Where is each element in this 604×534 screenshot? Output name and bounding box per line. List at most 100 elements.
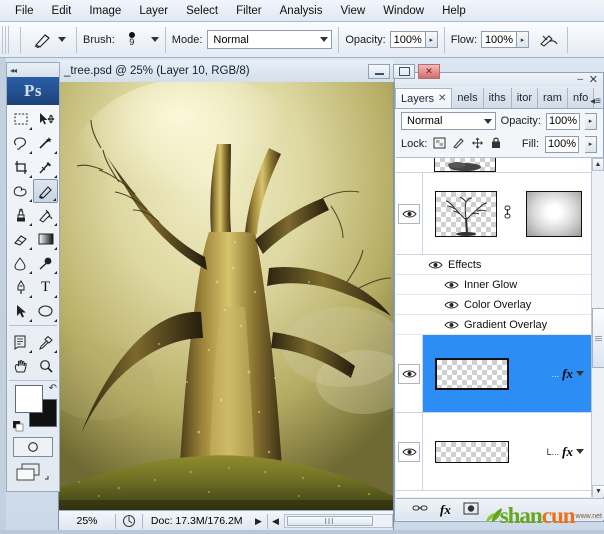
effect-visibility-cell[interactable] <box>396 280 464 290</box>
chevron-down-icon[interactable] <box>576 371 584 376</box>
horizontal-scrollbar[interactable]: III <box>284 514 394 528</box>
brush-tool[interactable] <box>33 179 58 203</box>
healing-brush-tool[interactable] <box>8 179 33 203</box>
zoom-level[interactable]: 25% <box>59 515 115 527</box>
blur-tool[interactable] <box>8 251 33 275</box>
layer-fx-cell[interactable]: ... fx <box>552 366 584 382</box>
eye-icon[interactable] <box>444 320 459 330</box>
layer-list-scrollbar[interactable]: ▲ ▼ <box>591 158 604 497</box>
eyedropper-tool[interactable] <box>33 330 58 354</box>
effects-visibility-cell[interactable] <box>396 260 448 270</box>
tab-paths[interactable]: iths <box>484 88 512 108</box>
clone-stamp-tool[interactable] <box>8 203 33 227</box>
layer-opacity-slider-button[interactable]: ▸ <box>585 113 597 130</box>
layer-effect-row[interactable]: Gradient Overlay <box>396 315 604 335</box>
default-colors-icon[interactable] <box>13 421 25 433</box>
gradient-tool[interactable] <box>33 227 58 251</box>
brush-preview[interactable]: 9 <box>121 32 143 47</box>
path-selection-tool[interactable] <box>8 299 33 323</box>
eye-icon[interactable] <box>444 300 459 310</box>
table-row[interactable] <box>396 173 604 255</box>
eye-icon[interactable] <box>398 364 420 384</box>
layer-fx-cell[interactable]: L... fx <box>547 444 584 460</box>
add-layer-mask-icon[interactable] <box>463 502 479 518</box>
opacity-slider-button[interactable]: ▸ <box>426 31 438 48</box>
menu-image[interactable]: Image <box>80 3 130 19</box>
table-row[interactable]: ... fx <box>396 335 604 413</box>
lasso-tool[interactable] <box>8 131 33 155</box>
link-mask-icon[interactable] <box>503 205 512 222</box>
layer-effect-row[interactable]: Color Overlay <box>396 295 604 315</box>
tab-close-icon[interactable]: ✕ <box>438 93 446 104</box>
add-layer-style-icon[interactable]: fx <box>440 502 451 518</box>
layer-visibility-cell[interactable] <box>396 413 423 490</box>
lock-image-pixels-icon[interactable] <box>452 137 465 152</box>
type-tool[interactable]: T <box>33 275 58 299</box>
panel-menu-icon[interactable]: ◂≡ <box>590 96 601 107</box>
opacity-input[interactable]: 100% <box>390 31 426 48</box>
menu-view[interactable]: View <box>331 3 374 19</box>
magic-wand-tool[interactable] <box>33 131 58 155</box>
layer-style-icon[interactable]: fx <box>562 366 573 382</box>
document-preview-icon[interactable] <box>116 514 142 528</box>
layer-effects-row[interactable]: Effects <box>396 255 604 275</box>
menu-window[interactable]: Window <box>374 3 433 19</box>
layer-visibility-cell[interactable] <box>396 335 423 412</box>
restore-button[interactable] <box>393 64 415 79</box>
document-title-bar[interactable]: _tree.psd @ 25% (Layer 10, RGB/8) <box>58 60 394 82</box>
horizontal-scroll-thumb[interactable]: III <box>287 516 373 526</box>
link-layers-icon[interactable] <box>412 503 428 516</box>
tab-layers[interactable]: Layers ✕ <box>395 88 452 108</box>
layer-blend-mode-select[interactable]: Normal <box>401 112 496 130</box>
toolbox-header[interactable]: ◂◂ <box>7 63 59 77</box>
slice-tool[interactable] <box>33 155 58 179</box>
eraser-tool[interactable] <box>8 227 33 251</box>
dodge-tool[interactable] <box>33 251 58 275</box>
lock-position-icon[interactable] <box>471 137 484 152</box>
layer-thumbnail[interactable] <box>435 191 497 237</box>
layer-style-icon[interactable]: fx <box>562 444 573 460</box>
swap-colors-icon[interactable]: ↶ <box>49 383 57 394</box>
screen-mode-icon[interactable] <box>14 463 52 483</box>
hand-tool[interactable] <box>8 354 33 378</box>
tab-histogram[interactable]: ram <box>538 88 568 108</box>
eye-icon[interactable] <box>444 280 459 290</box>
airbrush-icon[interactable] <box>537 29 561 51</box>
lock-all-icon[interactable] <box>490 136 502 152</box>
brush-picker-caret-icon[interactable] <box>151 37 159 42</box>
play-arrow-icon[interactable]: ▶ <box>251 516 267 527</box>
layer-thumbnail[interactable] <box>435 358 509 390</box>
close-icon[interactable]: ✕ <box>589 73 598 86</box>
layer-opacity-input[interactable]: 100% <box>546 113 580 130</box>
foreground-color-swatch[interactable] <box>15 385 43 413</box>
blend-mode-select[interactable]: Normal <box>207 30 332 49</box>
rectangular-marquee-tool[interactable] <box>8 107 33 131</box>
layer-visibility-cell[interactable] <box>396 173 423 254</box>
chevron-down-icon[interactable] <box>576 449 584 454</box>
move-tool[interactable] <box>33 107 58 131</box>
options-bar-grip[interactable] <box>2 26 11 54</box>
layer-fill-input[interactable]: 100% <box>545 136 579 153</box>
tab-history[interactable]: itor <box>512 88 538 108</box>
flow-slider-button[interactable]: ▸ <box>517 31 529 48</box>
scroll-left-button[interactable]: ◀ <box>268 516 284 527</box>
vertical-scroll-thumb[interactable] <box>592 308 604 368</box>
menu-select[interactable]: Select <box>177 3 227 19</box>
eye-icon[interactable] <box>398 204 420 224</box>
menu-edit[interactable]: Edit <box>43 3 81 19</box>
layer-row-partial[interactable] <box>396 158 604 173</box>
pen-tool[interactable] <box>8 275 33 299</box>
canvas-viewport[interactable]: ALFOA <box>59 82 393 510</box>
layer-fill-slider-button[interactable]: ▸ <box>585 136 597 153</box>
flow-input[interactable]: 100% <box>481 31 517 48</box>
current-tool-well[interactable] <box>27 29 70 51</box>
history-brush-tool[interactable] <box>33 203 58 227</box>
scroll-up-icon[interactable]: ▲ <box>592 158 604 171</box>
shape-tool[interactable] <box>33 299 58 323</box>
close-button[interactable]: ✕ <box>418 64 440 79</box>
lock-transparent-pixels-icon[interactable] <box>433 137 446 152</box>
menu-layer[interactable]: Layer <box>130 3 177 19</box>
menu-analysis[interactable]: Analysis <box>271 3 332 19</box>
minimize-button[interactable] <box>368 64 390 79</box>
menu-filter[interactable]: Filter <box>227 3 271 19</box>
